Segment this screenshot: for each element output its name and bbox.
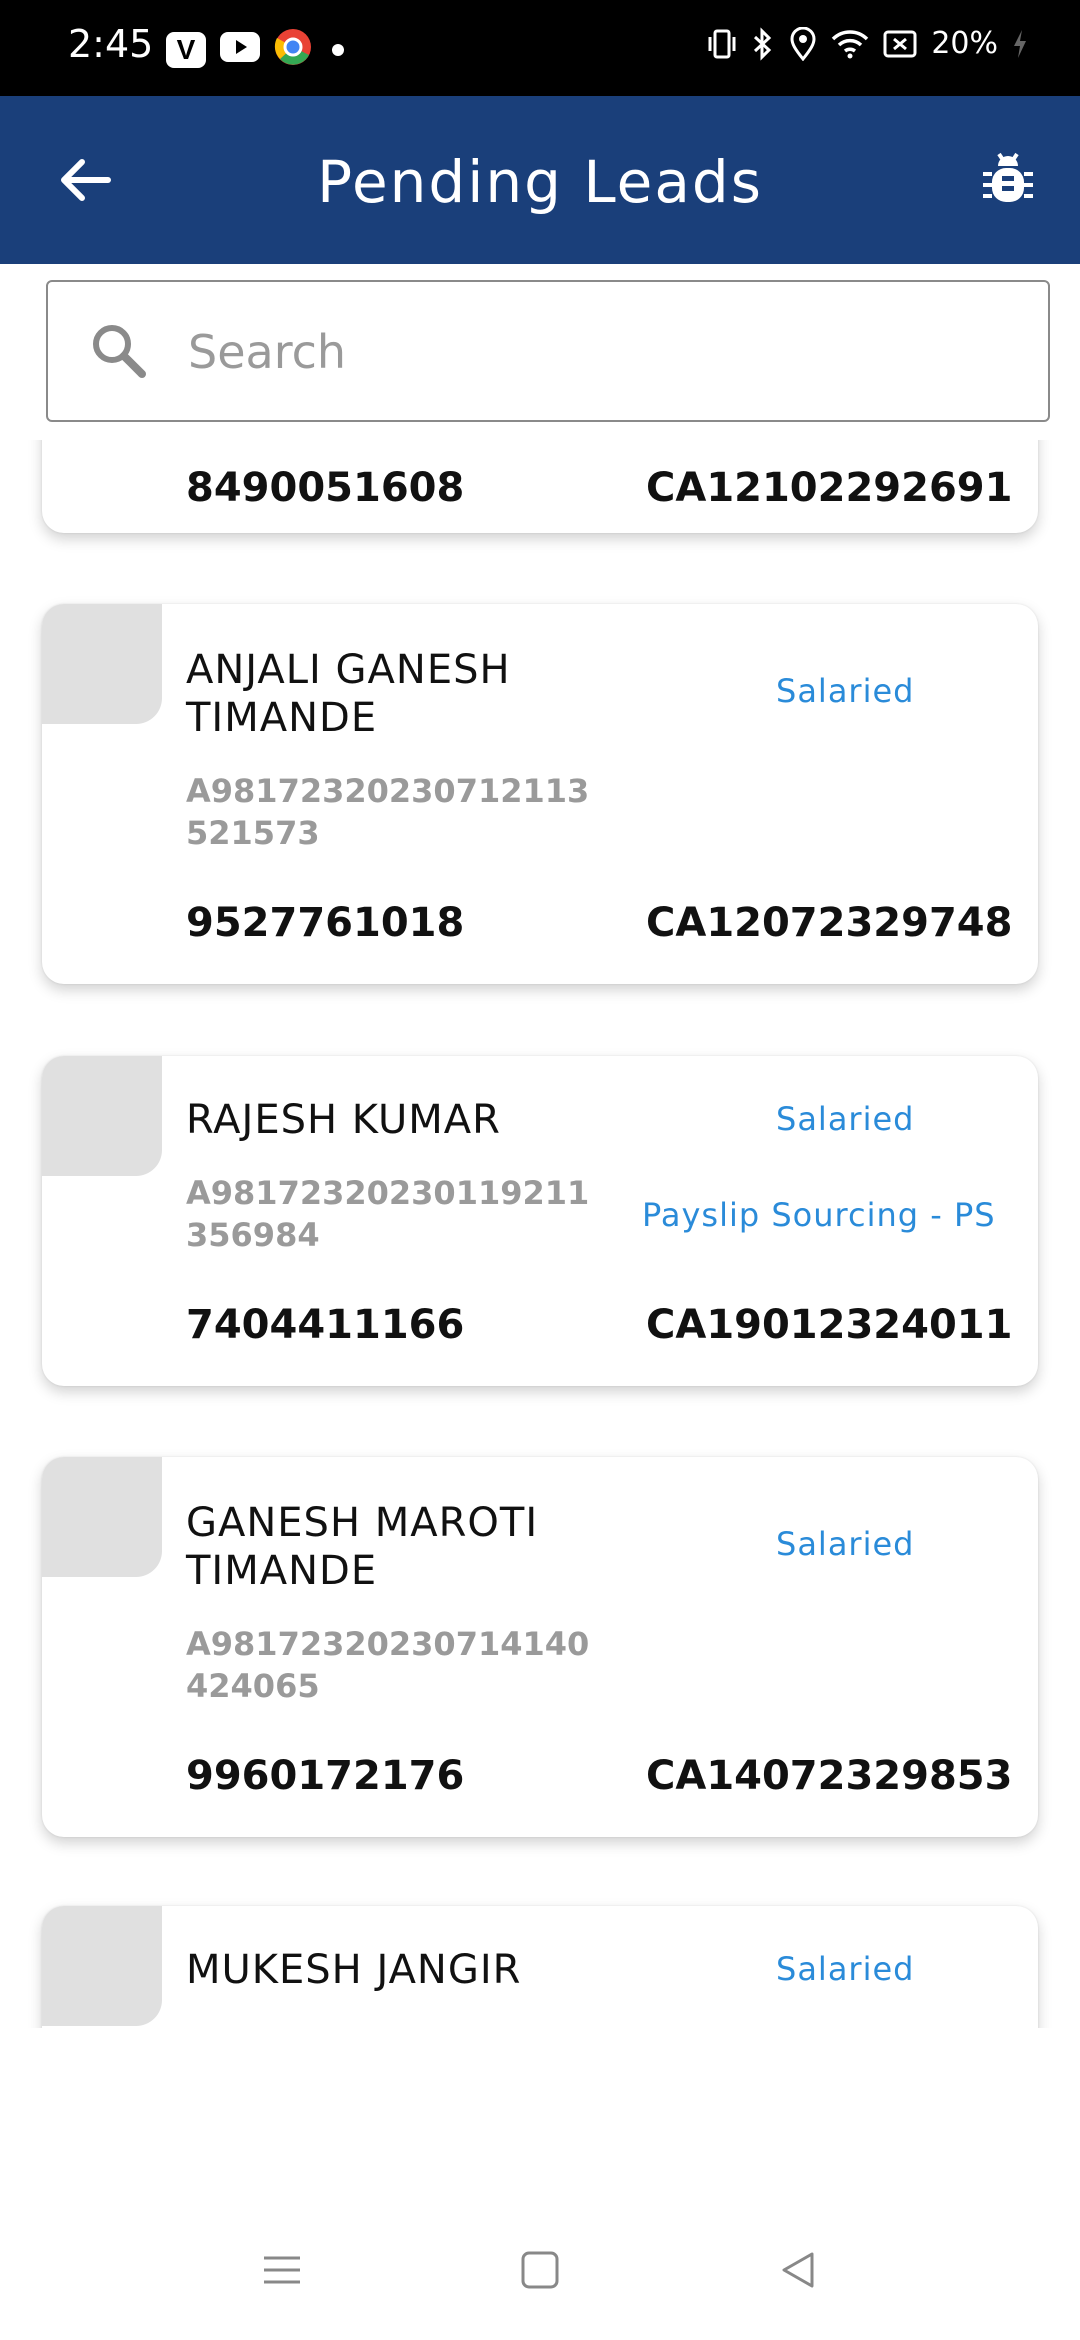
leads-list[interactable]: 8490051608 CA12102292691 ANJALI GANESH T… bbox=[0, 440, 1080, 2028]
search-bar bbox=[0, 264, 1080, 440]
battery-saver-icon bbox=[883, 30, 917, 58]
lead-name: RAJESH KUMAR bbox=[186, 1097, 501, 1143]
location-icon bbox=[789, 26, 817, 61]
bluetooth-icon bbox=[751, 26, 775, 61]
square-icon bbox=[521, 2251, 559, 2289]
lead-avatar bbox=[42, 1056, 162, 1176]
lead-card[interactable]: 8490051608 CA12102292691 bbox=[42, 440, 1038, 533]
battery-percent: 20% bbox=[931, 26, 998, 61]
lead-tag: Salaried bbox=[776, 1950, 915, 1988]
status-indicators: 20% bbox=[707, 26, 1028, 61]
lead-tag: Payslip Sourcing - PS bbox=[642, 1196, 996, 1234]
page-title: Pending Leads bbox=[317, 148, 763, 216]
lead-mobile: 8490051608 bbox=[186, 465, 465, 511]
lead-app-id: A98172320230119211356984 bbox=[186, 1174, 590, 1254]
lead-tag: Salaried bbox=[776, 672, 915, 710]
lead-app-id: A98172320230714140424065 bbox=[186, 1625, 590, 1705]
lead-mobile: 7404411166 bbox=[186, 1302, 465, 1348]
lead-avatar bbox=[42, 604, 162, 724]
battery-charging-icon bbox=[1012, 28, 1028, 60]
system-nav-bar bbox=[0, 2200, 1080, 2340]
youtube-icon bbox=[220, 32, 260, 67]
status-time: 2:45 bbox=[68, 22, 154, 66]
lead-customer-id: CA12072329748 bbox=[646, 900, 1013, 946]
lead-customer-id: CA12102292691 bbox=[646, 465, 1013, 511]
lead-mobile: 9960172176 bbox=[186, 1753, 465, 1799]
lead-avatar bbox=[42, 1457, 162, 1577]
lead-name: ANJALI GANESH TIMANDE bbox=[186, 647, 511, 741]
lead-tag: Salaried bbox=[776, 1525, 915, 1563]
lead-tag: Salaried bbox=[776, 1100, 915, 1138]
search-box[interactable] bbox=[46, 280, 1050, 422]
recents-button[interactable] bbox=[262, 2250, 302, 2295]
lead-name: GANESH MAROTI TIMANDE bbox=[186, 1500, 539, 1594]
status-bar: 2:45 V 20% bbox=[0, 0, 1080, 96]
lead-avatar bbox=[42, 1906, 162, 2026]
lead-card[interactable]: RAJESH KUMAR Salaried A98172320230119211… bbox=[42, 1056, 1038, 1386]
chrome-icon bbox=[274, 28, 312, 71]
triangle-back-icon bbox=[782, 2252, 814, 2288]
lead-card[interactable]: ANJALI GANESH TIMANDE Salaried A98172320… bbox=[42, 604, 1038, 984]
search-input[interactable] bbox=[188, 312, 1008, 392]
lead-mobile: 9527761018 bbox=[186, 900, 465, 946]
lead-app-id: A98172320230712113521573 bbox=[186, 772, 590, 852]
debug-button[interactable] bbox=[976, 148, 1040, 212]
status-app-icons: V bbox=[166, 28, 344, 71]
wifi-icon bbox=[831, 29, 869, 59]
home-button[interactable] bbox=[520, 2250, 560, 2295]
search-icon bbox=[93, 325, 146, 378]
menu-icon bbox=[264, 2256, 300, 2284]
vibrate-icon bbox=[707, 27, 737, 61]
app-bar: Pending Leads bbox=[0, 96, 1080, 264]
lead-name: MUKESH JANGIR bbox=[186, 1947, 522, 1993]
bug-icon bbox=[983, 152, 1033, 202]
lead-customer-id: CA19012324011 bbox=[646, 1302, 1013, 1348]
notification-dot-icon bbox=[332, 43, 344, 56]
lead-card[interactable]: GANESH MAROTI TIMANDE Salaried A98172320… bbox=[42, 1457, 1038, 1837]
system-back-button[interactable] bbox=[778, 2250, 818, 2295]
lead-customer-id: CA14072329853 bbox=[646, 1753, 1013, 1799]
v-app-icon: V bbox=[166, 31, 206, 68]
lead-card[interactable]: MUKESH JANGIR Salaried bbox=[42, 1906, 1038, 2028]
